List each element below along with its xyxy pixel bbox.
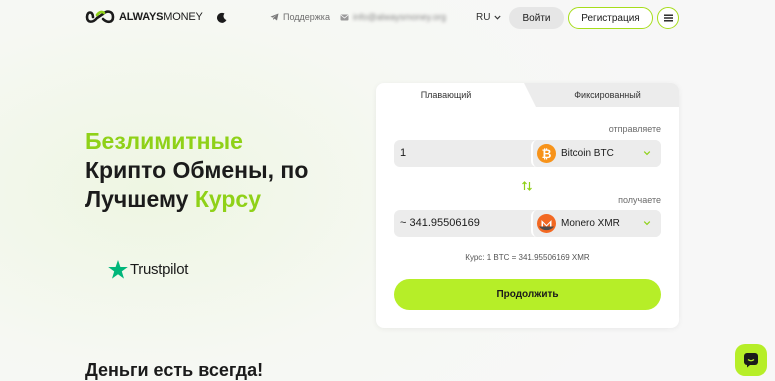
- trustpilot-label: Trustpilot: [130, 261, 189, 278]
- tab-floating[interactable]: Плавающий: [376, 83, 536, 107]
- chat-widget-button[interactable]: [735, 344, 767, 376]
- chat-icon: [744, 353, 758, 368]
- monero-icon: [537, 214, 556, 233]
- send-currency-select[interactable]: ₿ Bitcoin BTC: [531, 140, 661, 167]
- chevron-down-icon: [643, 151, 651, 156]
- moon-icon[interactable]: [216, 12, 228, 24]
- send-field: 1 ₿ Bitcoin BTC: [394, 140, 661, 167]
- receive-amount-input[interactable]: ~ 341.95506169: [400, 210, 480, 237]
- section-title: Деньги есть всегда!: [85, 360, 264, 380]
- logo-text: ALWAYSMONEY: [119, 11, 203, 23]
- send-amount-input[interactable]: 1: [400, 140, 406, 167]
- logo[interactable]: ALWAYSMONEY: [85, 8, 203, 26]
- receive-currency-label: Monero XMR: [561, 218, 620, 229]
- hero-title-line1: Безлимитные: [85, 128, 243, 154]
- site-header: ALWAYSMONEY Поддержка info@alwaysmoney.o…: [0, 0, 775, 37]
- hero-title-line2: Крипто Обмены, по: [85, 157, 309, 183]
- hero-title-line3: Лучшему Курсу: [85, 186, 262, 212]
- continue-button[interactable]: Продолжить: [394, 279, 661, 310]
- register-button[interactable]: Регистрация: [568, 7, 653, 29]
- chevron-down-icon: [494, 15, 502, 20]
- trustpilot-badge[interactable]: Trustpilot: [108, 260, 188, 279]
- send-label: отправляете: [608, 124, 661, 134]
- email-link[interactable]: info@alwaysmoney.org: [340, 12, 446, 22]
- rate-type-tabs: Плавающий Фиксированный: [376, 83, 679, 107]
- receive-currency-select[interactable]: Monero XMR: [531, 210, 661, 237]
- support-label: Поддержка: [283, 12, 330, 22]
- send-currency-label: Bitcoin BTC: [561, 148, 614, 159]
- language-selector[interactable]: RU: [476, 12, 502, 23]
- language-value: RU: [476, 12, 491, 23]
- trustpilot-star-icon: [108, 260, 128, 279]
- logo-infinity-icon: [85, 10, 115, 24]
- mail-icon: [340, 14, 349, 20]
- telegram-icon: [270, 13, 279, 21]
- email-text: info@alwaysmoney.org: [353, 12, 447, 22]
- receive-field: ~ 341.95506169 Monero XMR: [394, 210, 661, 237]
- hero-title: Безлимитные Крипто Обмены, по Лучшему Ку…: [85, 127, 308, 214]
- login-button[interactable]: Войти: [509, 7, 564, 29]
- menu-button[interactable]: [657, 7, 679, 29]
- svg-text:₿: ₿: [542, 147, 552, 160]
- bitcoin-icon: ₿: [537, 144, 556, 163]
- exchange-rate-text: Курс: 1 BTC = 341.95506169 XMR: [465, 253, 590, 262]
- support-link[interactable]: Поддержка: [270, 12, 330, 22]
- swap-icon[interactable]: [521, 180, 533, 192]
- chevron-down-icon: [643, 221, 651, 226]
- receive-label: получаете: [618, 195, 661, 205]
- hamburger-icon: [663, 14, 673, 22]
- tab-fixed[interactable]: Фиксированный: [536, 83, 679, 107]
- exchange-widget: Плавающий Фиксированный отправляете 1 ₿ …: [376, 83, 679, 328]
